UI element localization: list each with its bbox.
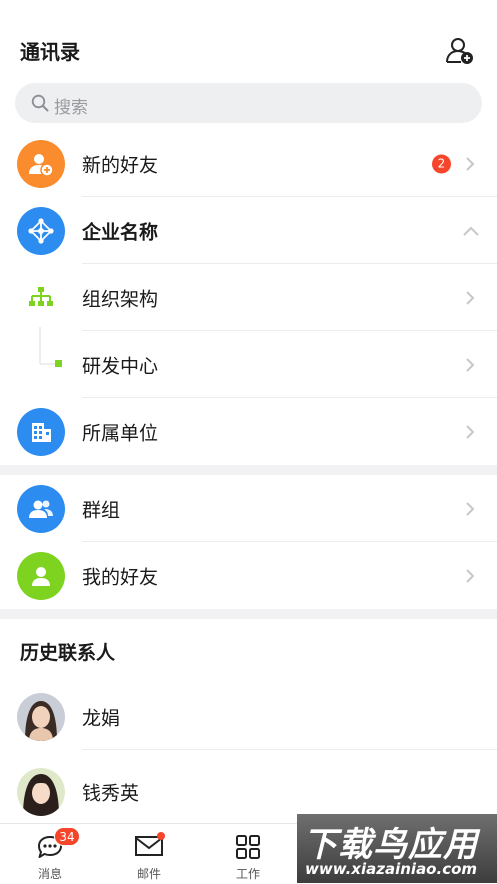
my-friends-label: 我的好友 — [82, 566, 159, 588]
company-label: 企业名称 — [82, 221, 159, 243]
my-friends-item[interactable]: 我的好友 — [0, 542, 497, 609]
watermark-text: 下载鸟应用 — [303, 825, 478, 865]
building-icon — [17, 407, 65, 456]
new-friends-badge: 2 — [432, 154, 451, 173]
tab-label: 工作 — [235, 867, 260, 881]
org-chart-icon — [29, 287, 53, 306]
divider — [82, 749, 497, 750]
group-icon — [17, 484, 65, 533]
search-placeholder: 搜索 — [54, 98, 88, 118]
avatar — [17, 692, 65, 741]
page-title: 通讯录 — [20, 40, 80, 64]
chevron-right-icon — [466, 568, 475, 583]
watermark: 下载鸟应用 www.xiazainiao.com — [297, 814, 497, 883]
avatar — [17, 767, 65, 816]
chevron-up-icon — [463, 226, 479, 236]
tab-label: 邮件 — [136, 867, 161, 881]
grid-icon — [236, 835, 260, 859]
search-input[interactable]: 搜索 — [15, 83, 482, 123]
new-friends-label: 新的好友 — [82, 154, 159, 176]
chevron-right-icon — [466, 501, 475, 516]
watermark-url: www.xiazainiao.com — [305, 860, 478, 878]
add-contact-icon — [446, 38, 473, 64]
unread-count-badge: 34 — [54, 827, 80, 846]
affiliated-units-item[interactable]: 所属单位 — [0, 398, 497, 465]
section-gap — [0, 465, 497, 475]
new-friends-icon — [17, 139, 65, 188]
chevron-right-icon — [466, 156, 475, 171]
new-friends-item[interactable]: 新的好友 2 — [0, 130, 497, 197]
history-section-title: 历史联系人 — [20, 642, 116, 664]
chevron-right-icon — [466, 424, 475, 439]
chevron-right-icon — [466, 290, 475, 305]
rnd-center-label: 研发中心 — [82, 355, 159, 377]
section-gap — [0, 609, 497, 619]
rnd-center-item[interactable]: 研发中心 — [0, 327, 497, 398]
tab-mail[interactable]: 邮件 — [99, 824, 199, 884]
contact-row[interactable]: 龙娟 — [0, 683, 497, 750]
person-icon — [17, 551, 65, 600]
header: 通讯录 — [0, 0, 497, 82]
org-structure-item[interactable]: 组织架构 — [0, 264, 497, 331]
chevron-right-icon — [466, 357, 475, 372]
org-structure-label: 组织架构 — [82, 288, 159, 310]
company-network-icon — [17, 206, 65, 255]
add-contact-button[interactable] — [444, 34, 476, 66]
groups-item[interactable]: 群组 — [0, 475, 497, 542]
affiliated-units-label: 所属单位 — [82, 422, 159, 444]
tree-branch-icon — [39, 327, 62, 367]
search-icon — [31, 94, 49, 112]
contact-name: 龙娟 — [82, 707, 121, 729]
tab-messages[interactable]: 34 消息 — [0, 824, 100, 884]
contact-name: 钱秀英 — [82, 782, 140, 804]
groups-label: 群组 — [82, 499, 121, 521]
company-item[interactable]: 企业名称 — [0, 197, 497, 264]
notification-dot — [157, 832, 165, 840]
tab-work[interactable]: 工作 — [198, 824, 298, 884]
tab-label: 消息 — [37, 867, 62, 881]
